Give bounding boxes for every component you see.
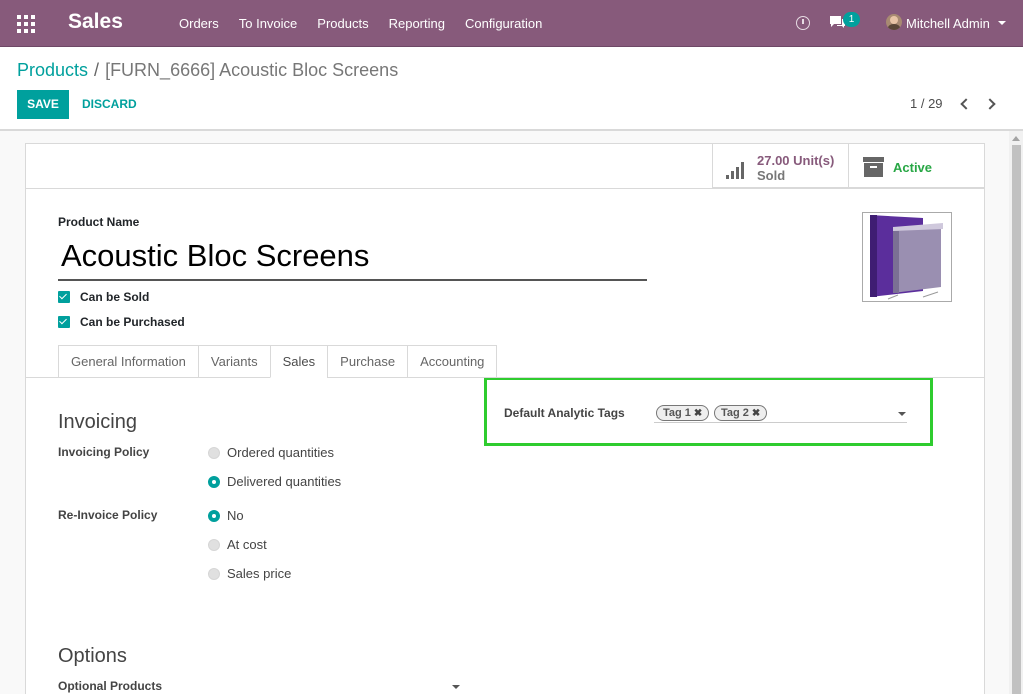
active-toggle-button[interactable]: Active (848, 144, 985, 188)
tab-purchase[interactable]: Purchase (327, 345, 408, 378)
sold-label: Sold (757, 168, 786, 183)
radio-button[interactable] (208, 446, 220, 459)
scrollbar-thumb[interactable] (1012, 145, 1021, 694)
activity-clock-icon[interactable] (796, 16, 810, 30)
can-be-purchased-label: Can be Purchased (80, 315, 185, 329)
menu-item-to-invoice[interactable]: To Invoice (229, 0, 308, 47)
invoicing-section-title: Invoicing (58, 411, 137, 433)
chevron-left-icon[interactable] (958, 97, 972, 111)
form-sheet: 27.00 Unit(s) Sold Active Product Name A… (25, 143, 985, 694)
radio-button[interactable] (208, 538, 220, 551)
radio-label: At cost (227, 537, 267, 552)
can-be-sold-row[interactable]: Can be Sold (58, 290, 149, 304)
breadcrumb-products-link[interactable]: Products (17, 60, 88, 80)
scroll-up-arrow-icon[interactable] (1012, 136, 1020, 141)
close-icon[interactable]: ✖ (694, 408, 702, 419)
radio-label: Sales price (227, 566, 292, 581)
breadcrumb: Products / [FURN_6666] Acoustic Bloc Scree… (17, 60, 398, 81)
pager-value[interactable]: 1 / 29 (910, 96, 943, 111)
product-image-graphic (863, 213, 951, 301)
menu-item-configuration[interactable]: Configuration (455, 0, 552, 47)
product-image[interactable] (862, 212, 952, 302)
can-be-sold-checkbox[interactable] (58, 291, 70, 303)
product-name-input[interactable]: Acoustic Bloc Screens (58, 234, 647, 281)
chat-count-badge: 1 (843, 12, 860, 27)
tag-label: Tag 2 (721, 407, 749, 419)
reinvoice-option-at-cost[interactable]: At cost (208, 537, 267, 552)
analytic-tags-label: Default Analytic Tags (504, 406, 625, 420)
can-be-sold-label: Can be Sold (80, 290, 150, 304)
menu-item-reporting[interactable]: Reporting (379, 0, 455, 47)
chevron-down-icon[interactable] (898, 412, 906, 416)
tag-chip[interactable]: Tag 1 ✖ (656, 405, 710, 421)
tab-accounting[interactable]: Accounting (407, 345, 498, 378)
apps-menu-icon[interactable] (17, 15, 35, 33)
analytic-tags-field[interactable]: Tag 1 ✖ Tag 2 ✖ (654, 403, 907, 423)
divider (26, 188, 984, 189)
radio-label: No (227, 508, 244, 523)
radio-label: Delivered quantities (227, 474, 342, 489)
options-section-title: Options (58, 645, 127, 667)
sold-quantity: 27.00 Unit(s) (757, 153, 835, 168)
policy-option-ordered[interactable]: Ordered quantities (208, 445, 334, 460)
form-tabs: General Information Variants Sales Purch… (58, 345, 498, 378)
optional-products-label: Optional Products (58, 679, 163, 693)
tab-variants[interactable]: Variants (197, 345, 270, 378)
reinvoice-policy-label: Re-Invoice Policy (58, 508, 158, 522)
breadcrumb-current: [FURN_6666] Acoustic Bloc Screens (105, 60, 399, 80)
tag-chip[interactable]: Tag 2 ✖ (714, 405, 768, 421)
menu-item-products[interactable]: Products (307, 0, 378, 47)
tab-general-information[interactable]: General Information (58, 345, 198, 378)
can-be-purchased-row[interactable]: Can be Purchased (58, 315, 185, 329)
product-name-label: Product Name (58, 215, 140, 229)
tag-label: Tag 1 (663, 407, 691, 419)
can-be-purchased-checkbox[interactable] (58, 316, 70, 328)
tab-sales[interactable]: Sales (269, 345, 328, 378)
reinvoice-option-no[interactable]: No (208, 508, 244, 523)
main-menu: Orders To Invoice Products Reporting Con… (169, 0, 552, 47)
menu-item-orders[interactable]: Orders (169, 0, 229, 47)
radio-button[interactable] (208, 567, 220, 580)
archive-icon (863, 157, 884, 177)
invoicing-policy-label: Invoicing Policy (58, 445, 150, 459)
radio-label: Ordered quantities (227, 445, 334, 460)
smart-button-box: 27.00 Unit(s) Sold Active (712, 144, 985, 188)
close-icon[interactable]: ✖ (752, 408, 760, 419)
avatar[interactable] (886, 14, 902, 30)
radio-button-selected[interactable] (208, 509, 220, 522)
chevron-right-icon[interactable] (984, 97, 998, 111)
policy-option-delivered[interactable]: Delivered quantities (208, 474, 341, 489)
active-label: Active (893, 160, 933, 175)
signal-bars-icon (726, 161, 748, 179)
sold-stat-button[interactable]: 27.00 Unit(s) Sold (712, 144, 848, 188)
top-navbar: Sales Orders To Invoice Products Reporti… (0, 0, 1023, 47)
reinvoice-option-sales-price[interactable]: Sales price (208, 566, 291, 581)
breadcrumb-separator: / (94, 60, 100, 80)
chevron-down-icon[interactable] (998, 21, 1006, 25)
save-button[interactable]: SAVE (17, 90, 69, 119)
user-menu[interactable]: Mitchell Admin (906, 0, 990, 47)
app-title[interactable]: Sales (68, 10, 123, 34)
radio-button-selected[interactable] (208, 475, 220, 488)
discard-button[interactable]: DISCARD (82, 90, 137, 119)
chevron-down-icon[interactable] (452, 685, 460, 689)
